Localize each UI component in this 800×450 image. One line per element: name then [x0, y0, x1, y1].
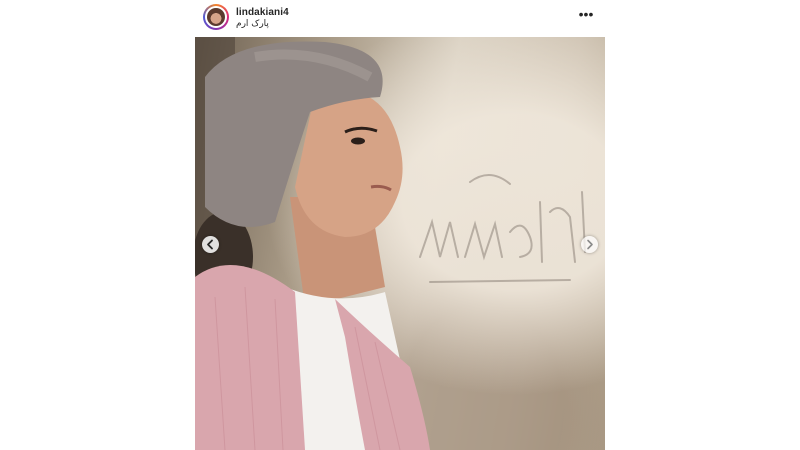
story-ring[interactable] [203, 4, 229, 30]
chevron-left-icon [207, 239, 213, 250]
previous-image-button[interactable] [202, 236, 219, 253]
username-link[interactable]: lindakiani4 [236, 7, 289, 18]
next-image-button[interactable] [581, 236, 598, 253]
more-options-icon[interactable]: ••• [577, 7, 595, 23]
chevron-right-icon [587, 239, 593, 250]
post-image[interactable] [195, 37, 605, 450]
portrait-subject [195, 37, 430, 450]
post-header: lindakiani4 پارک ارم ••• [195, 0, 605, 36]
avatar-photo [207, 8, 225, 26]
location-link[interactable]: پارک ارم [236, 19, 269, 29]
avatar[interactable] [205, 6, 227, 28]
